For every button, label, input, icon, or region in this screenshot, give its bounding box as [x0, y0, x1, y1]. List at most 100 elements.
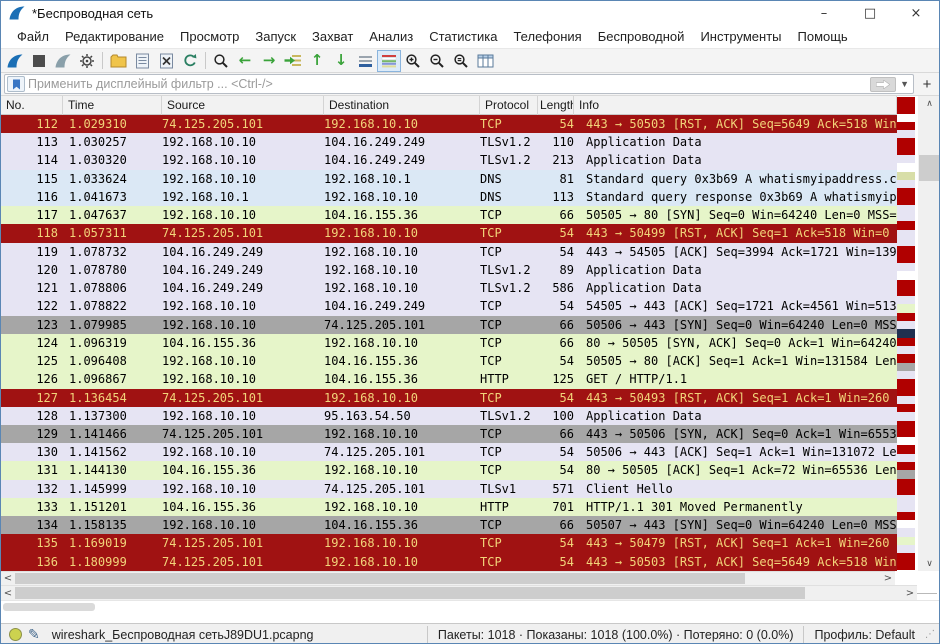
- pane-splitter[interactable]: [1, 612, 939, 623]
- column-header-protocol[interactable]: Protocol: [480, 96, 538, 115]
- packet-row[interactable]: 1351.16901974.125.205.101192.168.10.10TC…: [1, 534, 897, 552]
- scroll-down-icon[interactable]: ∨: [918, 556, 940, 571]
- packet-row[interactable]: 1171.047637192.168.10.10104.16.155.36TCP…: [1, 206, 897, 224]
- collapsed-pane-thumb[interactable]: [3, 603, 95, 611]
- packet-row[interactable]: 1221.078822192.168.10.10104.16.249.249TC…: [1, 297, 897, 315]
- column-header-source[interactable]: Source: [162, 96, 324, 115]
- packet-row[interactable]: 1281.137300192.168.10.1095.163.54.50TLSv…: [1, 407, 897, 425]
- find-packet-button[interactable]: [209, 50, 233, 72]
- packet-row[interactable]: 1121.02931074.125.205.101192.168.10.10TC…: [1, 115, 897, 133]
- pane-resize-grip[interactable]: [917, 593, 937, 594]
- scroll-up-icon[interactable]: ∧: [918, 96, 940, 111]
- start-capture-button[interactable]: [3, 50, 27, 72]
- column-header-destination[interactable]: Destination: [324, 96, 480, 115]
- hscrollbar-secondary[interactable]: < >: [1, 585, 917, 600]
- packet-row[interactable]: 1231.079985192.168.10.1074.125.205.101TC…: [1, 316, 897, 334]
- packet-row[interactable]: 1361.18099974.125.205.101192.168.10.10TC…: [1, 553, 897, 571]
- column-header-info[interactable]: Info: [574, 96, 897, 115]
- apply-filter-button[interactable]: [870, 77, 896, 92]
- menu-analyze[interactable]: Анализ: [361, 26, 421, 47]
- save-file-button[interactable]: [130, 50, 154, 72]
- packet-row[interactable]: 1341.158135192.168.10.10104.16.155.36TCP…: [1, 516, 897, 534]
- packet-row[interactable]: 1261.096867192.168.10.10104.16.155.36HTT…: [1, 370, 897, 388]
- packet-row[interactable]: 1311.144130104.16.155.36192.168.10.10TCP…: [1, 461, 897, 479]
- close-file-button[interactable]: [154, 50, 178, 72]
- cell-len: 110: [538, 133, 574, 151]
- hscrollbar-packet-list[interactable]: < >: [1, 571, 895, 585]
- zoom-out-button[interactable]: [425, 50, 449, 72]
- packet-row[interactable]: 1321.145999192.168.10.1074.125.205.101TL…: [1, 480, 897, 498]
- colorize-button[interactable]: [377, 50, 401, 72]
- menu-capture[interactable]: Захват: [304, 26, 361, 47]
- menu-file[interactable]: Файл: [9, 26, 57, 47]
- profile-selector[interactable]: Профиль: Default: [804, 626, 923, 644]
- filter-bookmark-button[interactable]: [7, 76, 25, 92]
- menu-statistics[interactable]: Статистика: [421, 26, 505, 47]
- packet-row[interactable]: 1201.078780104.16.249.249192.168.10.10TL…: [1, 261, 897, 279]
- filter-dropdown-caret[interactable]: ▼: [900, 79, 909, 89]
- menu-go[interactable]: Запуск: [247, 26, 304, 47]
- scroll-right-icon[interactable]: >: [903, 586, 917, 600]
- packet-row[interactable]: 1151.033624192.168.10.10192.168.10.1DNS8…: [1, 170, 897, 188]
- packet-row[interactable]: 1181.05731174.125.205.101192.168.10.10TC…: [1, 224, 897, 242]
- packet-row[interactable]: 1301.141562192.168.10.1074.125.205.101TC…: [1, 443, 897, 461]
- packet-row[interactable]: 1331.151201104.16.155.36192.168.10.10HTT…: [1, 498, 897, 516]
- maximize-button[interactable]: □: [847, 1, 893, 25]
- stop-capture-button[interactable]: [27, 50, 51, 72]
- cell-time: 1.145999: [63, 480, 162, 498]
- display-filter-input[interactable]: [28, 77, 870, 91]
- packet-row[interactable]: 1161.041673192.168.10.1192.168.10.10DNS1…: [1, 188, 897, 206]
- scroll-left-icon[interactable]: <: [1, 572, 15, 585]
- vertical-scrollbar-thumb[interactable]: [919, 155, 940, 181]
- cell-len: 54: [538, 534, 574, 552]
- scroll-right-icon[interactable]: >: [881, 572, 895, 585]
- reload-file-button[interactable]: [178, 50, 202, 72]
- minimap-stripe: [897, 288, 915, 296]
- menu-wireless[interactable]: Беспроводной: [590, 26, 693, 47]
- collapsed-pane-scrollbar[interactable]: [1, 600, 939, 612]
- scroll-left-icon[interactable]: <: [1, 586, 15, 600]
- intelligent-scrollbar[interactable]: [897, 97, 915, 570]
- column-header-length[interactable]: Length: [538, 96, 574, 115]
- cell-proto: TCP: [480, 224, 538, 242]
- menu-view[interactable]: Просмотр: [172, 26, 247, 47]
- menu-help[interactable]: Помощь: [790, 26, 856, 47]
- resize-columns-button[interactable]: [473, 50, 497, 72]
- packet-row[interactable]: 1291.14146674.125.205.101192.168.10.10TC…: [1, 425, 897, 443]
- menu-tools[interactable]: Инструменты: [692, 26, 789, 47]
- cell-src: 192.168.10.10: [162, 352, 324, 370]
- zoom-in-button[interactable]: [401, 50, 425, 72]
- go-bottom-button[interactable]: ↓: [329, 50, 353, 72]
- packet-row[interactable]: 1241.096319104.16.155.36192.168.10.10TCP…: [1, 334, 897, 352]
- hscrollbar-thumb[interactable]: [15, 573, 745, 584]
- go-forward-button[interactable]: →: [257, 50, 281, 72]
- open-file-button[interactable]: [106, 50, 130, 72]
- auto-scroll-button[interactable]: [353, 50, 377, 72]
- capture-comment-icon[interactable]: ✎: [28, 627, 40, 643]
- column-header-time[interactable]: Time: [63, 96, 162, 115]
- zoom-reset-button[interactable]: [449, 50, 473, 72]
- restart-capture-button[interactable]: [51, 50, 75, 72]
- menu-edit[interactable]: Редактирование: [57, 26, 172, 47]
- column-header-no[interactable]: No.: [1, 96, 63, 115]
- packet-row[interactable]: 1271.13645474.125.205.101192.168.10.10TC…: [1, 389, 897, 407]
- packet-row[interactable]: 1191.078732104.16.249.249192.168.10.10TC…: [1, 243, 897, 261]
- close-button[interactable]: ×: [893, 1, 939, 25]
- go-top-button[interactable]: ↑: [305, 50, 329, 72]
- hscrollbar-thumb[interactable]: [15, 587, 805, 599]
- window-resize-grip[interactable]: ⋰: [925, 629, 935, 640]
- menu-telephony[interactable]: Телефония: [505, 26, 589, 47]
- go-to-packet-button[interactable]: [281, 50, 305, 72]
- capture-options-button[interactable]: [75, 50, 99, 72]
- packet-row[interactable]: 1211.078806104.16.249.249192.168.10.10TL…: [1, 279, 897, 297]
- packet-row[interactable]: 1131.030257192.168.10.10104.16.249.249TL…: [1, 133, 897, 151]
- add-filter-button-button[interactable]: +: [918, 75, 936, 93]
- minimize-button[interactable]: –: [801, 1, 847, 25]
- cell-proto: TLSv1.2: [480, 279, 538, 297]
- packet-row[interactable]: 1251.096408192.168.10.10104.16.155.36TCP…: [1, 352, 897, 370]
- packet-row[interactable]: 1141.030320192.168.10.10104.16.249.249TL…: [1, 151, 897, 169]
- go-back-button[interactable]: ←: [233, 50, 257, 72]
- expert-info-icon[interactable]: [9, 628, 22, 641]
- cell-time: 1.137300: [63, 407, 162, 425]
- vertical-scrollbar[interactable]: ∧ ∨: [918, 96, 940, 571]
